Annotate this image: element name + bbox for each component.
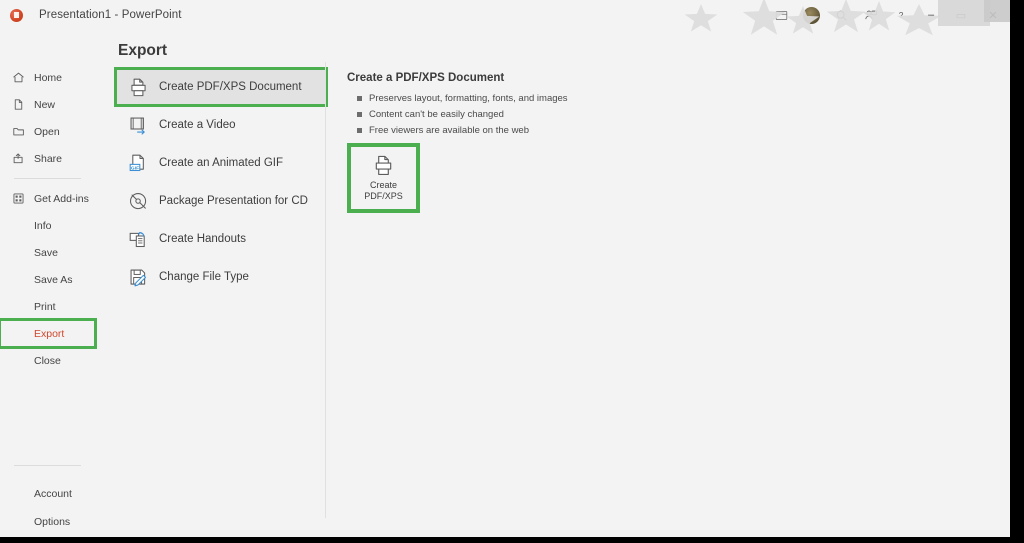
export-detail-pane: Create a PDF/XPS Document Preserves layo… [347,72,767,139]
sidebar-item-label: Save As [34,273,73,286]
export-option-create-animated-gif[interactable]: GIF Create an Animated GIF [115,144,327,182]
sidebar-item-get-add-ins[interactable]: Get Add-ins [0,185,95,212]
share-icon [12,152,28,165]
sidebar-item-new[interactable]: New [0,91,95,118]
powerpoint-logo [10,8,23,22]
user-avatar[interactable] [796,0,826,30]
sidebar-item-save-as[interactable]: Save As [0,266,95,293]
sidebar-item-save[interactable]: Save [0,239,95,266]
export-option-label: Package Presentation for CD [159,195,308,207]
presence-icon[interactable] [856,0,886,30]
backstage-nav: Home New Open Share Get Add-ins Info Sav… [0,30,97,537]
action-button-line2: PDF/XPS [364,191,403,201]
column-divider [325,62,326,518]
minimize-button[interactable]: – [916,0,946,30]
title-bar: Presentation1 - PowerPoint ? – ▭ ✕ [0,0,1010,36]
change-file-type-icon [123,267,153,288]
sidebar-item-label: Home [34,71,63,84]
sidebar-item-label: Export [34,327,65,340]
export-option-label: Change File Type [159,271,249,283]
help-icon[interactable]: ? [886,0,916,30]
restore-button[interactable]: ▭ [946,0,976,30]
titlebar-controls: ? – ▭ ✕ [766,0,1010,30]
export-option-label: Create Handouts [159,233,246,245]
export-option-change-file-type[interactable]: Change File Type [115,258,327,296]
detail-title: Create a PDF/XPS Document [347,72,505,84]
action-button-line1: Create [369,180,397,190]
nav-divider-footer [14,465,81,466]
export-option-create-pdf-xps[interactable]: Create PDF/XPS Document [114,67,328,107]
sidebar-item-close[interactable]: Close [0,347,95,374]
svg-text:GIF: GIF [130,165,138,171]
animated-gif-icon: GIF [123,153,153,174]
sidebar-item-label: Open [34,125,60,138]
home-icon [12,71,28,84]
new-document-icon [12,98,28,111]
sidebar-item-label: New [34,98,56,111]
page-title: Export [118,42,168,59]
add-ins-grid-icon [12,192,28,205]
export-options-list: Create PDF/XPS Document Create a Video G… [114,67,328,296]
nav-divider [14,178,81,179]
pdf-printer-icon [372,154,395,177]
list-item: Free viewers are available on the web [347,123,767,138]
sidebar-item-label: Save [34,246,58,259]
cd-disc-icon [123,191,153,212]
list-item: Preserves layout, formatting, fonts, and… [347,91,767,106]
open-folder-icon [12,125,28,138]
sidebar-item-info[interactable]: Info [0,212,95,239]
sidebar-item-account[interactable]: Account [0,480,72,507]
search-icon[interactable] [826,0,856,30]
export-option-package-for-cd[interactable]: Package Presentation for CD [115,182,327,220]
sidebar-item-open[interactable]: Open [0,118,95,145]
export-option-label: Create an Animated GIF [159,157,284,169]
sidebar-item-export[interactable]: Export [0,318,97,349]
pdf-printer-icon [123,77,153,98]
sidebar-item-home[interactable]: Home [0,64,95,91]
export-option-label: Create PDF/XPS Document [159,81,302,93]
sidebar-item-options[interactable]: Options [0,508,70,535]
sidebar-item-label: Get Add-ins [34,192,89,205]
detail-bullet-list: Preserves layout, formatting, fonts, and… [347,91,767,138]
sidebar-item-label: Print [34,300,56,313]
powerpoint-backstage-window: Presentation1 - PowerPoint ? – ▭ ✕ Home … [0,0,1010,537]
window-title: Presentation1 - PowerPoint [39,9,182,21]
create-pdf-xps-button[interactable]: Create PDF/XPS [347,143,420,213]
ribbon-display-options-icon[interactable] [766,0,796,30]
sidebar-item-label: Info [34,219,52,232]
video-film-icon [123,115,153,136]
export-option-label: Create a Video [159,119,236,131]
export-option-create-video[interactable]: Create a Video [115,106,327,144]
list-item: Content can't be easily changed [347,107,767,122]
sidebar-item-print[interactable]: Print [0,293,95,320]
sidebar-item-share[interactable]: Share [0,145,95,172]
sidebar-item-label: Close [34,354,61,367]
export-option-create-handouts[interactable]: Create Handouts [115,220,327,258]
svg-text:?: ? [899,11,904,20]
handouts-icon [123,229,153,250]
close-button[interactable]: ✕ [976,0,1010,30]
sidebar-item-label: Share [34,152,63,165]
sidebar-item-label: Options [34,515,71,528]
sidebar-item-label: Account [34,487,72,500]
blur-mask [684,4,718,32]
